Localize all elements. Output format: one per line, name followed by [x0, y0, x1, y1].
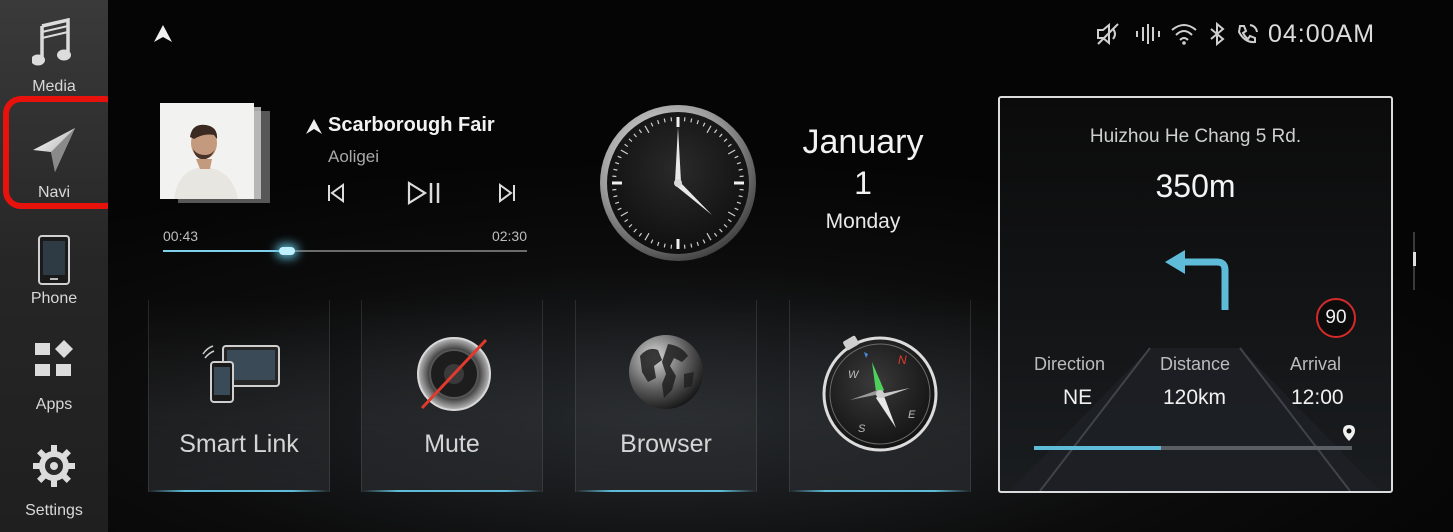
- play-pause-button[interactable]: [406, 180, 446, 211]
- signal-icon: [1134, 22, 1162, 51]
- page-scroll-track[interactable]: [1412, 232, 1416, 290]
- navigation-card[interactable]: Huizhou He Chang 5 Rd. 350m 90 Direction…: [998, 96, 1393, 493]
- sidebar-item-apps[interactable]: Apps: [0, 318, 108, 424]
- globe-icon: [626, 332, 706, 417]
- apps-grid-icon: [0, 340, 108, 380]
- arrival-label: Arrival: [1290, 354, 1342, 374]
- distance-label: Distance: [1160, 354, 1231, 374]
- album-art[interactable]: [160, 103, 276, 205]
- sidebar-item-media[interactable]: Media: [0, 0, 108, 100]
- nav-street-name: Huizhou He Chang 5 Rd.: [1089, 126, 1302, 147]
- sidebar-item-label: Settings: [25, 502, 83, 519]
- nav-turn-distance: 350m: [1155, 168, 1236, 204]
- speed-limit-badge: 90: [1316, 298, 1356, 338]
- next-track-button[interactable]: [498, 182, 516, 209]
- arrival-value: 12:00: [1291, 386, 1344, 409]
- route-progress-bar: [1034, 446, 1352, 450]
- svg-text:W: W: [848, 369, 860, 381]
- sidebar-item-phone[interactable]: Phone: [0, 210, 108, 318]
- route-progress-fill: [1034, 446, 1162, 450]
- phone-link-icon: [1235, 22, 1261, 51]
- distance-value: 120km: [1163, 386, 1227, 409]
- music-note-icon: [0, 18, 108, 66]
- skip-previous-icon: [328, 183, 344, 203]
- destination-pin-icon: [1342, 424, 1356, 447]
- navigation-logo-icon: [153, 24, 173, 49]
- elapsed-time: 00:43: [163, 228, 199, 244]
- sidebar-item-label: Apps: [35, 396, 73, 413]
- sidebar: Media Navi Phone Apps Settings: [0, 0, 123, 532]
- main-area: 04:00AM Scarborough Fair Aoligei 00:43 0…: [108, 0, 1453, 532]
- compass-tile[interactable]: N E W S: [789, 300, 971, 492]
- browser-tile[interactable]: Browser: [575, 300, 757, 492]
- playback-progress-fill: [163, 250, 287, 252]
- direction-value: NE: [1063, 386, 1093, 409]
- date-month: January: [802, 123, 924, 161]
- navi-selection-highlight: [3, 96, 123, 209]
- navigation-logo-icon: [305, 118, 323, 141]
- turn-left-arrow-icon: [1163, 248, 1233, 317]
- mute-speaker-icon: [414, 334, 494, 419]
- gear-icon: [0, 444, 108, 488]
- bluetooth-icon: [1208, 21, 1226, 51]
- status-time: 04:00AM: [1268, 20, 1376, 48]
- playback-progress-handle[interactable]: [278, 247, 295, 255]
- tile-label: Smart Link: [179, 430, 299, 458]
- page-scroll-thumb[interactable]: [1412, 252, 1416, 266]
- previous-track-button[interactable]: [327, 182, 345, 209]
- compass-icon: N E W S: [820, 332, 940, 457]
- date-weekday: Monday: [825, 210, 901, 233]
- phone-icon: [0, 234, 108, 286]
- song-artist: Aoligei: [328, 147, 380, 166]
- svg-text:E: E: [908, 409, 916, 421]
- album-cover-image: [160, 103, 254, 199]
- analog-clock: [598, 103, 758, 268]
- play-pause-icon: [407, 181, 440, 205]
- wifi-icon: [1170, 22, 1198, 51]
- smart-link-tile[interactable]: Smart Link: [148, 300, 330, 492]
- mute-speaker-icon: [1096, 22, 1122, 51]
- sidebar-item-settings[interactable]: Settings: [0, 424, 108, 532]
- mute-tile[interactable]: Mute: [361, 300, 543, 492]
- song-title: Scarborough Fair: [328, 114, 495, 136]
- smart-link-icon: [199, 340, 283, 411]
- total-duration: 02:30: [491, 228, 527, 244]
- sidebar-item-label: Media: [32, 78, 76, 95]
- tile-label: Browser: [620, 430, 712, 458]
- playback-progress-bar[interactable]: [163, 247, 527, 255]
- direction-label: Direction: [1034, 354, 1106, 374]
- svg-text:S: S: [858, 423, 866, 435]
- date-day: 1: [854, 165, 872, 201]
- tile-label: Mute: [424, 430, 480, 458]
- skip-next-icon: [499, 183, 515, 203]
- sidebar-item-label: Phone: [30, 290, 78, 307]
- svg-text:N: N: [898, 353, 907, 367]
